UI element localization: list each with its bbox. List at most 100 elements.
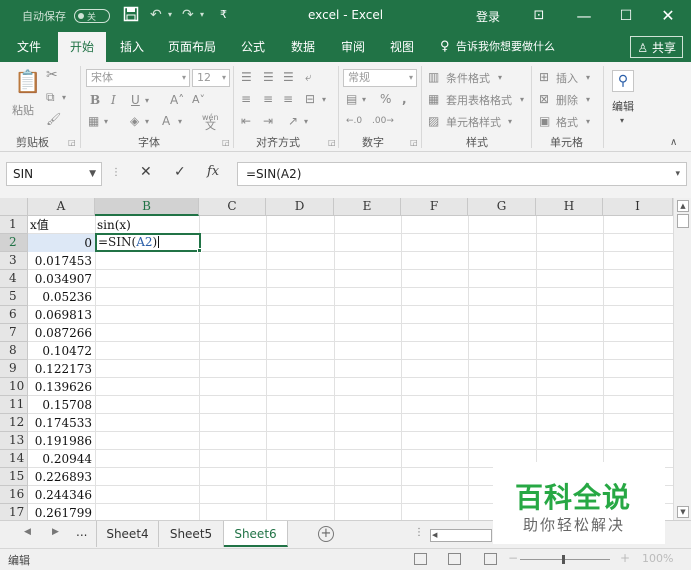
paste-icon[interactable]: 📋 xyxy=(14,70,41,96)
cell-a14[interactable]: 0.20944 xyxy=(28,450,95,468)
name-box[interactable]: SIN ▼ xyxy=(6,162,102,186)
number-format-box[interactable]: 常规 ▾ xyxy=(343,69,417,87)
alignment-launcher-icon[interactable]: ◲ xyxy=(328,138,336,147)
zoom-slider-knob[interactable] xyxy=(562,555,565,564)
conditional-format-button[interactable]: 条件格式 xyxy=(446,70,490,86)
scroll-thumb[interactable] xyxy=(677,214,689,228)
column-header[interactable]: B xyxy=(95,198,199,216)
orientation-icon[interactable]: ↗ xyxy=(288,114,298,128)
row-header[interactable]: 1 xyxy=(0,216,28,234)
tell-me-search[interactable]: 告诉我你想要做什么 xyxy=(456,32,555,62)
increase-indent-icon[interactable]: ⇥ xyxy=(263,114,273,128)
cell-a11[interactable]: 0.15708 xyxy=(28,396,95,414)
cell-style-icon[interactable]: ▨ xyxy=(428,114,439,128)
cell-a1[interactable]: x值 xyxy=(28,216,95,234)
wrap-text-icon[interactable]: ⤶ xyxy=(305,70,312,84)
sheet-tab-sheet6[interactable]: Sheet6 xyxy=(224,521,288,547)
row-header[interactable]: 16 xyxy=(0,486,28,504)
zoom-out-icon[interactable]: − xyxy=(508,551,518,565)
undo-icon[interactable]: ↶ xyxy=(150,6,162,24)
undo-dropdown-icon[interactable]: ▾ xyxy=(168,6,172,24)
tab-page-layout[interactable]: 页面布局 xyxy=(168,32,216,62)
increase-font-icon[interactable]: A˄ xyxy=(170,93,184,107)
row-header[interactable]: 7 xyxy=(0,324,28,342)
conditional-format-icon[interactable]: ▥ xyxy=(428,70,439,84)
font-name-box[interactable]: 宋体 ▾ xyxy=(86,69,190,87)
add-sheet-icon[interactable]: + xyxy=(318,526,334,542)
insert-function-icon[interactable]: fx xyxy=(207,164,219,179)
copy-icon[interactable]: ⧉ xyxy=(46,90,55,104)
cell-a6[interactable]: 0.069813 xyxy=(28,306,95,324)
tab-formulas[interactable]: 公式 xyxy=(241,32,265,62)
table-format-icon[interactable]: ▦ xyxy=(428,92,439,106)
cell-a7[interactable]: 0.087266 xyxy=(28,324,95,342)
minimize-icon[interactable]: — xyxy=(561,0,607,32)
accounting-dropdown-icon[interactable]: ▾ xyxy=(362,93,366,107)
row-header[interactable]: 10 xyxy=(0,378,28,396)
delete-cells-icon[interactable]: ⊠ xyxy=(539,92,549,106)
row-header[interactable]: 12 xyxy=(0,414,28,432)
cell-a3[interactable]: 0.017453 xyxy=(28,252,95,270)
merge-icon[interactable]: ⊟ xyxy=(305,92,315,106)
formula-input[interactable]: =SIN(A2) ▾ xyxy=(237,162,687,186)
underline-icon[interactable]: U xyxy=(131,93,140,107)
next-sheet-icon[interactable]: ▶ xyxy=(52,527,59,537)
normal-view-icon[interactable] xyxy=(414,553,427,565)
expand-formula-icon[interactable]: ▾ xyxy=(675,163,680,185)
cancel-icon[interactable]: ✕ xyxy=(140,164,152,180)
tab-home[interactable]: 开始 xyxy=(58,32,107,62)
cell-a5[interactable]: 0.05236 xyxy=(28,288,95,306)
underline-dropdown-icon[interactable]: ▾ xyxy=(145,94,149,108)
insert-cells-button[interactable]: 插入 xyxy=(556,70,578,86)
fill-handle[interactable] xyxy=(197,248,202,253)
cut-icon[interactable]: ✂ xyxy=(46,68,58,82)
vertical-scrollbar[interactable]: ▲ ▼ xyxy=(673,198,691,520)
decrease-indent-icon[interactable]: ⇤ xyxy=(241,114,251,128)
tab-view[interactable]: 视图 xyxy=(390,32,414,62)
scroll-down-icon[interactable]: ▼ xyxy=(677,506,689,518)
decrease-font-icon[interactable]: A˅ xyxy=(192,93,205,107)
merge-dropdown-icon[interactable]: ▾ xyxy=(322,93,326,107)
chevron-down-icon[interactable]: ▾ xyxy=(586,93,590,107)
share-button[interactable]: ♙ 共享 xyxy=(630,36,683,58)
tab-review[interactable]: 审阅 xyxy=(341,32,365,62)
cell-style-button[interactable]: 单元格样式 xyxy=(446,114,501,130)
zoom-in-icon[interactable]: + xyxy=(620,551,630,565)
paste-label[interactable]: 粘贴 xyxy=(12,102,34,118)
column-header[interactable]: I xyxy=(603,198,673,216)
collapse-ribbon-icon[interactable]: ∧ xyxy=(670,136,677,150)
bold-icon[interactable]: B xyxy=(90,93,100,107)
comma-icon[interactable]: , xyxy=(402,92,407,106)
font-color-dropdown-icon[interactable]: ▾ xyxy=(178,115,182,129)
format-cells-button[interactable]: 格式 xyxy=(556,114,578,130)
cell-a8[interactable]: 0.10472 xyxy=(28,342,95,360)
row-header[interactable]: 13 xyxy=(0,432,28,450)
close-icon[interactable]: ✕ xyxy=(645,0,691,32)
login-link[interactable]: 登录 xyxy=(476,8,500,25)
increase-decimal-icon[interactable]: ←.0 xyxy=(346,114,362,128)
align-top-icon[interactable]: ☰ xyxy=(241,70,252,84)
align-center-icon[interactable]: ≡ xyxy=(263,92,273,106)
align-middle-icon[interactable]: ☰ xyxy=(263,70,274,84)
cell-a17[interactable]: 0.261799 xyxy=(28,504,95,520)
row-header[interactable]: 4 xyxy=(0,270,28,288)
row-header[interactable]: 11 xyxy=(0,396,28,414)
align-right-icon[interactable]: ≡ xyxy=(283,92,293,106)
italic-icon[interactable]: I xyxy=(111,93,116,107)
column-header[interactable]: G xyxy=(468,198,536,216)
sheet-tab-sheet5[interactable]: Sheet5 xyxy=(159,521,224,547)
border-icon[interactable]: ▦ xyxy=(88,114,99,128)
select-all-corner[interactable] xyxy=(0,198,28,216)
row-header[interactable]: 2 xyxy=(0,234,28,252)
horizontal-scrollbar[interactable]: ◀ xyxy=(430,529,492,542)
scroll-up-icon[interactable]: ▲ xyxy=(677,200,689,212)
autosave-toggle[interactable]: 关 xyxy=(74,9,110,23)
chevron-down-icon[interactable]: ▾ xyxy=(586,115,590,129)
customize-qat-icon[interactable]: ₹ xyxy=(220,6,227,24)
font-color-icon[interactable]: A xyxy=(162,114,170,128)
align-bottom-icon[interactable]: ☰ xyxy=(283,70,294,84)
tab-insert[interactable]: 插入 xyxy=(120,32,144,62)
row-header[interactable]: 17 xyxy=(0,504,28,520)
cell-a10[interactable]: 0.139626 xyxy=(28,378,95,396)
phonetic-char-icon[interactable]: 文 xyxy=(205,119,216,133)
